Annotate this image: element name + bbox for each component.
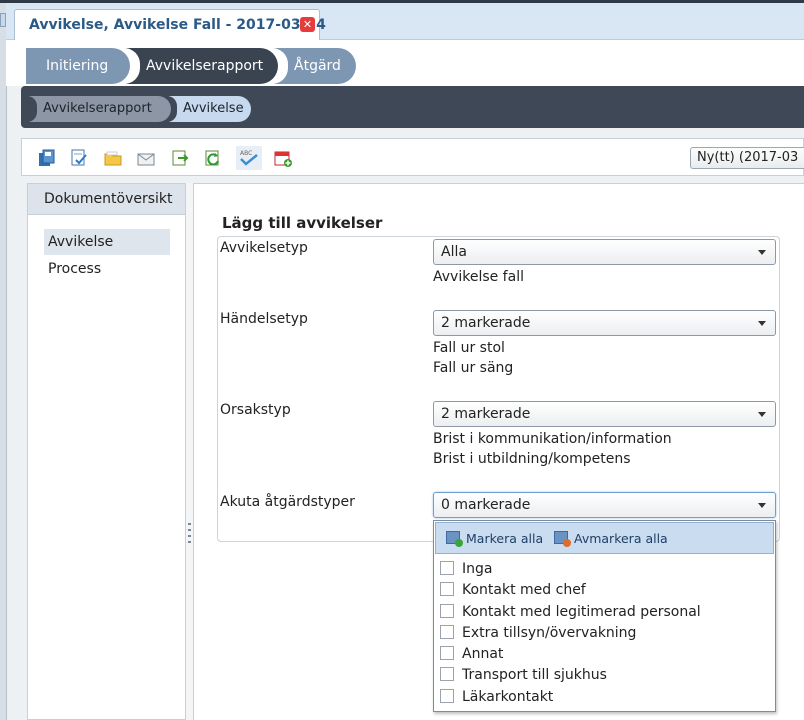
document-tab-bar: Avvikelse, Avvikelse Fall - 2017-03-24 ✕ [6,3,804,40]
selected-value: Brist i kommunikation/information [433,431,672,447]
dropdown-value: 2 markerade [441,406,531,422]
step-avvikelserapport[interactable]: Avvikelserapport [124,48,278,84]
orsakstyp-dropdown[interactable]: 2 markerade [433,401,776,427]
select-all-icon [446,531,463,547]
left-collapse-strip[interactable] [0,3,7,720]
substep-avvikelse[interactable]: Avvikelse [167,96,251,122]
selected-value: Avvikelse fall [433,269,524,285]
substep-avvikelserapport[interactable]: Avvikelserapport [27,96,171,122]
calendar-add-icon[interactable] [273,148,293,168]
step-label: Avvikelserapport [146,58,264,74]
checkbox[interactable] [440,667,454,681]
field-label-orsakstyp: Orsakstyp [220,402,291,418]
folder-icon[interactable] [103,148,123,168]
field-label-avvikelsetyp: Avvikelsetyp [220,240,308,256]
process-steps: Åtgärd Avvikelserapport Initiering [6,40,804,86]
checkbox[interactable] [440,604,454,618]
edit-check-icon[interactable] [69,148,89,168]
grip-icon [188,523,191,545]
svg-text:ABC: ABC [240,150,252,157]
substep-label: Avvikelse [183,101,244,116]
save-icon[interactable] [37,148,57,168]
deselect-all-label: Avmarkera alla [574,531,668,546]
substep-bar: Avvikelse Avvikelserapport [21,86,804,128]
document-overview-panel: Dokumentöversikt Avvikelse Process [27,183,186,720]
dropdown-value: 2 markerade [441,315,531,331]
main-content: Lägg till avvikelser Avvikelsetyp Alla A… [193,183,804,720]
field-label-handelsetyp: Händelsetyp [220,311,308,327]
popup-actions: Markera alla Avmarkera alla [435,522,774,554]
checkbox[interactable] [440,582,454,596]
select-all-button[interactable]: Markera alla [446,530,543,548]
akuta-atgardstyper-dropdown[interactable]: 0 markerade [433,492,776,518]
option-label: Extra tillsyn/övervakning [462,625,637,641]
mail-icon[interactable] [136,148,156,168]
checkbox[interactable] [440,646,454,660]
dropdown-value: 0 markerade [441,497,531,513]
panel-splitter[interactable] [186,183,193,720]
sidebar-item-avvikelse[interactable]: Avvikelse [44,229,170,255]
step-initiering[interactable]: Initiering [26,48,130,84]
selected-value: Brist i utbildning/kompetens [433,451,631,467]
deselect-all-icon [554,531,571,547]
sidebar-item-process[interactable]: Process [44,256,170,282]
checkbox[interactable] [440,561,454,575]
chevron-down-icon [758,250,766,255]
field-label-akuta-atgardstyper: Akuta åtgärdstyper [220,494,355,510]
chevron-down-icon [758,412,766,417]
multiselect-popup: Markera alla Avmarkera alla Inga Kontakt… [433,520,776,712]
option-label: Kontakt med legitimerad personal [462,604,701,620]
avvikelsetyp-dropdown[interactable]: Alla [433,239,776,265]
option-label: Läkarkontakt [462,689,554,705]
option-label: Transport till sjukhus [462,667,607,683]
export-icon[interactable] [170,148,190,168]
checkbox[interactable] [440,689,454,703]
toolbar: ABC Ny(tt) (2017-03 [21,138,804,176]
select-all-label: Markera alla [466,531,544,546]
document-tab[interactable]: Avvikelse, Avvikelse Fall - 2017-03-24 ✕ [14,9,326,40]
form-title: Lägg till avvikelser [222,214,383,232]
checkbox[interactable] [440,625,454,639]
option-label: Kontakt med chef [462,582,586,598]
document-overview-title: Dokumentöversikt [28,184,185,215]
close-tab-icon[interactable]: ✕ [300,17,315,32]
step-label: Initiering [46,58,109,74]
selected-value: Fall ur stol [433,340,505,356]
option-label: Inga [462,561,493,577]
deselect-all-button[interactable]: Avmarkera alla [554,530,668,548]
step-label: Åtgärd [294,58,341,74]
option-label: Annat [462,646,504,662]
document-tab-title: Avvikelse, Avvikelse Fall - 2017-03-24 [29,17,326,33]
handelsetyp-dropdown[interactable]: 2 markerade [433,310,776,336]
dropdown-value: Alla [441,244,467,260]
status-select[interactable]: Ny(tt) (2017-03 [690,147,804,169]
refresh-icon[interactable] [203,148,223,168]
substep-label: Avvikelserapport [43,101,152,116]
step-atgard[interactable]: Åtgärd [272,48,356,84]
selected-value: Fall ur säng [433,360,514,376]
chevron-down-icon [758,503,766,508]
chevron-down-icon [758,321,766,326]
spellcheck-icon[interactable]: ABC [236,146,262,170]
